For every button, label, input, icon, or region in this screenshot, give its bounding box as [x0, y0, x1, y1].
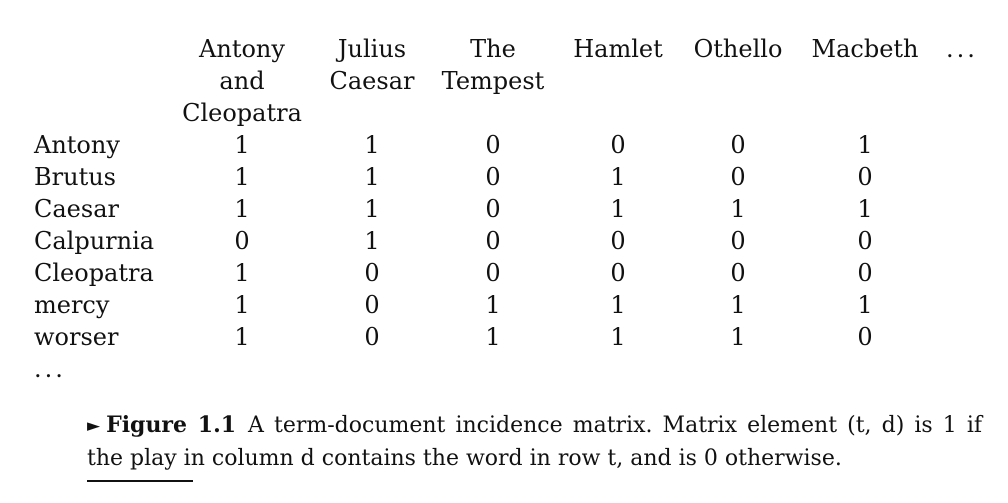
matrix-cell: 1	[234, 323, 250, 351]
caption-rule	[87, 480, 193, 482]
matrix-cell: 0	[610, 227, 626, 255]
matrix-cell: 0	[485, 227, 501, 255]
row-term-label: mercy	[34, 291, 110, 319]
matrix-cell: 0	[857, 227, 873, 255]
matrix-cell: 1	[364, 163, 380, 191]
matrix-cell: 1	[364, 227, 380, 255]
matrix-cell: 1	[364, 131, 380, 159]
matrix-cell: 0	[730, 227, 746, 255]
matrix-cell: 0	[364, 323, 380, 351]
matrix-cell: 0	[364, 259, 380, 287]
row-ellipsis: ...	[34, 355, 66, 383]
figure-caption: ► Figure 1.1 A term-document incidence mat…	[87, 410, 982, 474]
matrix-cell: 1	[234, 163, 250, 191]
matrix-cell: 0	[857, 163, 873, 191]
matrix-cell: 0	[730, 259, 746, 287]
row-term-label: Brutus	[34, 163, 116, 191]
matrix-cell: 0	[485, 163, 501, 191]
matrix-cell: 0	[730, 163, 746, 191]
matrix-cell: 0	[857, 323, 873, 351]
matrix-cell: 1	[857, 291, 873, 319]
matrix-cell: 1	[234, 195, 250, 223]
row-term-label: Caesar	[34, 195, 119, 223]
matrix-cell: 1	[234, 259, 250, 287]
matrix-cell: 0	[364, 291, 380, 319]
matrix-cell: 1	[485, 323, 501, 351]
matrix-cell: 0	[234, 227, 250, 255]
matrix-cell: 0	[730, 131, 746, 159]
column-header: Macbeth	[811, 35, 919, 63]
row-term-label: Cleopatra	[34, 259, 154, 287]
matrix-cell: 1	[234, 291, 250, 319]
matrix-cell: 1	[485, 291, 501, 319]
matrix-cell: 1	[610, 323, 626, 351]
matrix-cell: 1	[857, 195, 873, 223]
matrix-cell: 1	[234, 131, 250, 159]
row-term-label: worser	[34, 323, 119, 351]
matrix-cell: 0	[485, 131, 501, 159]
matrix-cell: 1	[364, 195, 380, 223]
column-ellipsis: ...	[946, 35, 978, 63]
matrix-cell: 1	[730, 195, 746, 223]
column-header: Othello	[693, 35, 783, 63]
matrix-cell: 1	[857, 131, 873, 159]
matrix-cell: 0	[610, 259, 626, 287]
matrix-cell: 1	[610, 195, 626, 223]
matrix-cell: 1	[610, 163, 626, 191]
matrix-cell: 0	[485, 259, 501, 287]
column-header: Hamlet	[573, 35, 663, 63]
term-document-matrix: Antony and Cleopatra Julius Caesar The Tem…	[0, 0, 1008, 390]
matrix-cell: 1	[730, 323, 746, 351]
caption-marker-icon: ►	[87, 416, 101, 436]
matrix-cell: 1	[610, 291, 626, 319]
column-header: Antony and Cleopatra	[182, 35, 302, 127]
matrix-cell: 0	[610, 131, 626, 159]
row-term-label: Calpurnia	[34, 227, 155, 255]
column-header: The Tempest	[441, 35, 545, 95]
matrix-cell: 0	[485, 195, 501, 223]
figure-label: Figure 1.1	[106, 412, 237, 438]
row-term-label: Antony	[34, 131, 120, 159]
matrix-cell: 0	[857, 259, 873, 287]
column-header: Julius Caesar	[329, 35, 415, 95]
matrix-cell: 1	[730, 291, 746, 319]
